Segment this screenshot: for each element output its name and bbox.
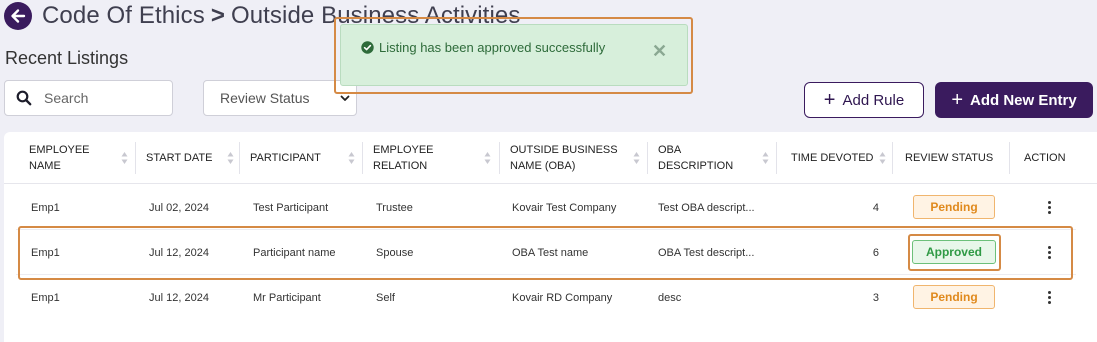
breadcrumb-separator: > <box>210 2 225 29</box>
cell-employee-name: Emp1 <box>31 291 60 304</box>
cell-business-name: Kovair RD Company <box>512 291 613 304</box>
cell-oba-description: Test OBA descript... <box>658 201 755 214</box>
column-divider <box>239 142 240 174</box>
sort-icon <box>484 152 491 164</box>
column-header-participant[interactable]: PARTICIPANT <box>250 132 364 184</box>
back-button[interactable] <box>4 2 32 30</box>
table-row[interactable]: Emp1 Jul 12, 2024 Mr Participant Self Ko… <box>4 275 1097 320</box>
add-new-entry-label: Add New Entry <box>970 91 1077 109</box>
add-new-entry-button[interactable]: + Add New Entry <box>935 82 1093 118</box>
column-header-label: RELATION <box>373 160 428 172</box>
column-header-label: EMPLOYEE <box>29 144 90 156</box>
cell-employee-name: Emp1 <box>31 201 60 214</box>
table-row[interactable]: Emp1 Jul 02, 2024 Test Participant Trust… <box>4 185 1097 230</box>
cell-participant: Mr Participant <box>253 291 321 304</box>
status-badge[interactable]: Pending <box>913 195 995 219</box>
column-header-label: REVIEW STATUS <box>905 152 994 164</box>
more-actions-icon[interactable] <box>1041 287 1057 307</box>
search-icon <box>16 90 32 106</box>
cell-oba-description: OBA Test descript... <box>658 246 755 259</box>
review-status-select[interactable]: Review Status <box>203 80 357 116</box>
cell-business-name: OBA Test name <box>512 246 589 259</box>
column-header-oba-description[interactable]: OBA DESCRIPTION <box>658 132 778 184</box>
add-rule-button[interactable]: + Add Rule <box>804 82 924 118</box>
column-divider <box>1009 142 1010 174</box>
cell-participant: Participant name <box>253 246 336 259</box>
column-header-start-date[interactable]: START DATE <box>146 132 242 184</box>
cell-start-date: Jul 02, 2024 <box>149 201 209 214</box>
column-header-label: EMPLOYEE <box>373 144 434 156</box>
more-actions-icon[interactable] <box>1041 242 1057 262</box>
cell-employee-relation: Spouse <box>376 246 414 259</box>
check-circle-icon <box>361 41 374 54</box>
column-header-outside-business-name[interactable]: OUTSIDE BUSINESS NAME (OBA) <box>510 132 652 184</box>
close-icon[interactable]: ✕ <box>652 41 667 62</box>
sort-icon <box>227 152 234 164</box>
plus-icon: + <box>951 89 963 111</box>
cell-time-devoted: 4 <box>872 201 879 214</box>
sort-icon <box>879 152 886 164</box>
cell-business-name: Kovair Test Company <box>512 201 617 214</box>
cell-time-devoted: 6 <box>872 246 879 259</box>
cell-employee-name: Emp1 <box>31 246 60 259</box>
column-divider <box>135 142 136 174</box>
column-divider <box>892 142 893 174</box>
section-title: Recent Listings <box>5 48 129 68</box>
column-divider <box>776 142 777 174</box>
table-row[interactable]: Emp1 Jul 12, 2024 Participant name Spous… <box>4 230 1097 275</box>
status-badge[interactable]: Approved <box>912 240 996 264</box>
cell-employee-relation: Trustee <box>376 201 413 214</box>
toast-message: Listing has been approved successfully <box>361 40 605 55</box>
table-header: EMPLOYEE NAME START DATE PARTICIPANT EMPL… <box>4 132 1097 184</box>
breadcrumb-parent[interactable]: Code Of Ethics <box>42 2 205 29</box>
column-header-label: OUTSIDE BUSINESS <box>510 144 618 156</box>
column-header-label: DESCRIPTION <box>658 160 734 172</box>
sort-icon <box>762 152 769 164</box>
column-divider <box>499 142 500 174</box>
more-actions-icon[interactable] <box>1041 197 1057 217</box>
sort-icon <box>633 152 640 164</box>
column-header-label: NAME <box>29 160 61 172</box>
column-header-label: START DATE <box>146 152 213 164</box>
column-header-action: ACTION <box>1024 132 1084 184</box>
search-box[interactable] <box>4 80 173 116</box>
column-header-label: NAME (OBA) <box>510 160 576 172</box>
cell-time-devoted: 3 <box>872 291 879 304</box>
column-header-label: TIME DEVOTED <box>791 152 874 164</box>
plus-icon: + <box>823 89 836 111</box>
column-header-label: ACTION <box>1024 152 1066 164</box>
status-badge[interactable]: Pending <box>913 285 995 309</box>
listings-table: EMPLOYEE NAME START DATE PARTICIPANT EMPL… <box>4 132 1097 342</box>
sort-icon <box>348 152 355 164</box>
column-divider <box>647 142 648 174</box>
cell-employee-relation: Self <box>376 291 395 304</box>
arrow-left-icon <box>11 9 26 23</box>
toast-text: Listing has been approved successfully <box>379 40 606 55</box>
cell-oba-description: desc <box>658 291 682 304</box>
review-status-select-value: Review Status <box>220 90 310 106</box>
add-rule-label: Add Rule <box>842 91 905 109</box>
column-header-time-devoted[interactable]: TIME DEVOTED <box>791 132 891 184</box>
cell-participant: Test Participant <box>253 201 329 214</box>
column-header-employee-relation[interactable]: EMPLOYEE RELATION <box>373 132 499 184</box>
chevron-down-icon <box>340 95 350 101</box>
column-divider <box>362 142 363 174</box>
cell-start-date: Jul 12, 2024 <box>149 246 209 259</box>
column-header-label: OBA <box>658 144 682 156</box>
column-header-label: PARTICIPANT <box>250 152 321 164</box>
search-input[interactable] <box>44 90 154 106</box>
cell-start-date: Jul 12, 2024 <box>149 291 209 304</box>
column-header-employee-name[interactable]: EMPLOYEE NAME <box>29 132 133 184</box>
sort-icon <box>121 152 128 164</box>
success-toast: Listing has been approved successfully ✕ <box>340 24 688 86</box>
column-header-review-status: REVIEW STATUS <box>905 132 1005 184</box>
